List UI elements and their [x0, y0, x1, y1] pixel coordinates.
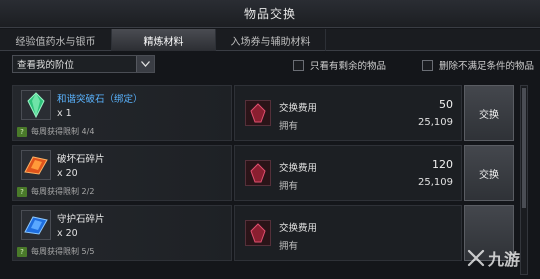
- list-item: 破坏石碎片 x 20 ? 每周获得限制 2/2 交换费用 拥有 120 25,1…: [12, 145, 514, 201]
- site-watermark: 九游: [466, 242, 536, 274]
- remove-unmet-label: 删除不满足条件的物品: [439, 61, 535, 72]
- item-name: 守护石碎片: [57, 214, 105, 225]
- exchange-cost-panel: 交换费用 拥有: [234, 205, 462, 261]
- item-info: 守护石碎片 x 20 ? 每周获得限制 5/5: [12, 205, 232, 261]
- window-titlebar: 物品交换: [0, 0, 540, 28]
- list-item: 和谐突破石（绑定） x 1 ? 每周获得限制 4/4 交换费用 拥有 50 25…: [12, 85, 514, 141]
- question-icon[interactable]: ?: [17, 126, 27, 137]
- owned-value: 25,109: [418, 177, 453, 188]
- weekly-limit-text: 每周获得限制 4/4: [31, 127, 95, 136]
- watermark-text: 九游: [488, 250, 521, 269]
- owned-value: 25,109: [418, 117, 453, 128]
- red-crystal-icon: [245, 220, 271, 246]
- cost-value: 50: [439, 98, 453, 111]
- item-info: 破坏石碎片 x 20 ? 每周获得限制 2/2: [12, 145, 232, 201]
- remove-unmet-checkbox[interactable]: [422, 59, 433, 71]
- nine-game-logo-icon: [467, 249, 485, 267]
- tier-filter-value: 查看我的阶位: [17, 60, 75, 71]
- tab-exp-potion-silver[interactable]: 经验值药水与银币: [0, 29, 112, 51]
- owned-label: 拥有: [279, 181, 299, 192]
- tab-bar: 经验值药水与银币 精炼材料 入场券与辅助材料: [0, 29, 540, 51]
- exchange-button[interactable]: 交换: [464, 85, 514, 141]
- list-item: 守护石碎片 x 20 ? 每周获得限制 5/5 交换费用 拥有: [12, 205, 514, 261]
- only-remaining-label: 只看有剩余的物品: [310, 61, 387, 72]
- only-remaining-checkbox[interactable]: [293, 59, 304, 71]
- scrollbar-thumb[interactable]: [522, 88, 526, 208]
- cost-label: 交换费用: [279, 223, 318, 234]
- owned-label: 拥有: [279, 121, 299, 132]
- item-quantity: x 1: [57, 108, 72, 119]
- exchange-list: 和谐突破石（绑定） x 1 ? 每周获得限制 4/4 交换费用 拥有 50 25…: [12, 85, 514, 279]
- question-icon[interactable]: ?: [17, 246, 27, 257]
- weekly-limit-text: 每周获得限制 2/2: [31, 187, 95, 196]
- cost-label: 交换费用: [279, 103, 318, 114]
- red-crystal-icon: [245, 100, 271, 126]
- window-title: 物品交换: [243, 7, 296, 21]
- item-name: 和谐突破石（绑定）: [57, 94, 143, 105]
- weekly-limit: ? 每周获得限制 5/5: [17, 246, 94, 257]
- item-quantity: x 20: [57, 228, 78, 239]
- tab-refine-materials[interactable]: 精炼材料: [112, 29, 216, 51]
- tab-tickets-support[interactable]: 入场券与辅助材料: [216, 29, 326, 51]
- item-info: 和谐突破石（绑定） x 1 ? 每周获得限制 4/4: [12, 85, 232, 141]
- exchange-cost-panel: 交换费用 拥有 120 25,109: [234, 145, 462, 201]
- exchange-button[interactable]: 交换: [464, 145, 514, 201]
- weekly-limit: ? 每周获得限制 4/4: [17, 126, 94, 137]
- item-quantity: x 20: [57, 168, 78, 179]
- cost-value: 120: [432, 158, 453, 171]
- tier-filter-dropdown[interactable]: 查看我的阶位: [12, 55, 155, 73]
- exchange-cost-panel: 交换费用 拥有 50 25,109: [234, 85, 462, 141]
- blue-shard-icon: [21, 210, 51, 240]
- item-name: 破坏石碎片: [57, 154, 105, 165]
- remove-unmet-toggle[interactable]: 删除不满足条件的物品: [422, 58, 534, 72]
- green-crystal-icon: [21, 90, 51, 120]
- weekly-limit-text: 每周获得限制 5/5: [31, 247, 95, 256]
- weekly-limit: ? 每周获得限制 2/2: [17, 186, 94, 197]
- question-icon[interactable]: ?: [17, 186, 27, 197]
- red-crystal-icon: [245, 160, 271, 186]
- red-shard-icon: [21, 150, 51, 180]
- only-remaining-toggle[interactable]: 只看有剩余的物品: [293, 58, 386, 72]
- owned-label: 拥有: [279, 241, 299, 252]
- chevron-down-icon[interactable]: [136, 56, 154, 72]
- cost-label: 交换费用: [279, 163, 318, 174]
